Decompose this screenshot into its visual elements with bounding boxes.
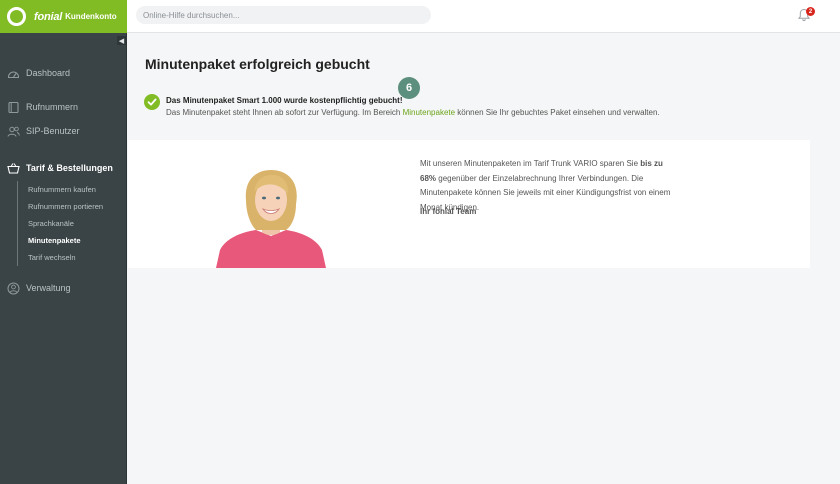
promo-signature: Ihr fonial Team (420, 207, 477, 216)
sidebar-item-tarif-bestellungen[interactable]: Tarif & Bestellungen (0, 159, 127, 177)
top-bar: fonial Kundenkonto 2 (0, 0, 840, 33)
sidebar-item-rufnummern[interactable]: Rufnummern (0, 98, 127, 116)
success-check-icon (144, 94, 160, 110)
sidebar-subitem-rufnummern-kaufen[interactable]: Rufnummern kaufen (18, 181, 125, 198)
sidebar-item-verwaltung[interactable]: Verwaltung (0, 279, 127, 297)
promo-text-after: gegenüber der Einzelabrechnung Ihrer Ver… (420, 173, 671, 212)
sidebar-item-label: Tarif & Bestellungen (26, 163, 113, 173)
fonial-ring-icon (7, 7, 26, 26)
minutenpakete-link[interactable]: Minutenpakete (403, 108, 455, 117)
collapse-sidebar-icon[interactable]: ◀ (117, 36, 126, 45)
brand-logo[interactable]: fonial Kundenkonto (0, 0, 127, 33)
sidebar-subitem-minutenpakete[interactable]: Minutenpakete (18, 232, 125, 249)
sidebar-item-label: Dashboard (26, 68, 71, 78)
sidebar-subitem-rufnummern-portieren[interactable]: Rufnummern portieren (18, 198, 125, 215)
sidebar-item-dashboard[interactable]: Dashboard (0, 64, 127, 82)
submenu-tarif: Rufnummern kaufen Rufnummern portieren S… (17, 181, 125, 266)
smiling-woman-image (216, 170, 326, 268)
success-title: Das Minutenpaket Smart 1.000 wurde koste… (166, 96, 403, 105)
sidebar-subitem-sprachkanaele[interactable]: Sprachkanäle (18, 215, 125, 232)
brand-name: fonial (34, 10, 63, 23)
sidebar-item-label: Verwaltung (26, 283, 71, 293)
brand-sub: Kundenkonto (65, 12, 117, 21)
promo-text-before: Mit unseren Minutenpaketen im Tarif Trun… (420, 159, 641, 168)
user-circle-icon (7, 282, 20, 295)
success-text-after: können Sie Ihr gebuchtes Paket einsehen … (455, 108, 660, 117)
help-search-input[interactable] (136, 6, 431, 24)
dashboard-icon (7, 67, 20, 80)
sidebar-item-label: SIP-Benutzer (26, 126, 80, 136)
sidebar-item-sip-benutzer[interactable]: SIP-Benutzer (0, 122, 127, 140)
success-text: Das Minutenpaket steht Ihnen ab sofort z… (166, 108, 660, 117)
page-title: Minutenpaket erfolgreich gebucht (145, 56, 370, 72)
success-text-before: Das Minutenpaket steht Ihnen ab sofort z… (166, 108, 403, 117)
promo-panel: Mit unseren Minutenpaketen im Tarif Trun… (128, 140, 810, 268)
notification-badge: 2 (806, 7, 815, 16)
sidebar-item-label: Rufnummern (26, 102, 79, 112)
sidebar: ◀ Dashboard Rufnummern SIP-Benutzer Tari… (0, 33, 127, 484)
sidebar-subitem-tarif-wechseln[interactable]: Tarif wechseln (18, 249, 125, 266)
phone-book-icon (7, 101, 20, 114)
basket-icon (7, 162, 20, 175)
users-icon (7, 125, 20, 138)
